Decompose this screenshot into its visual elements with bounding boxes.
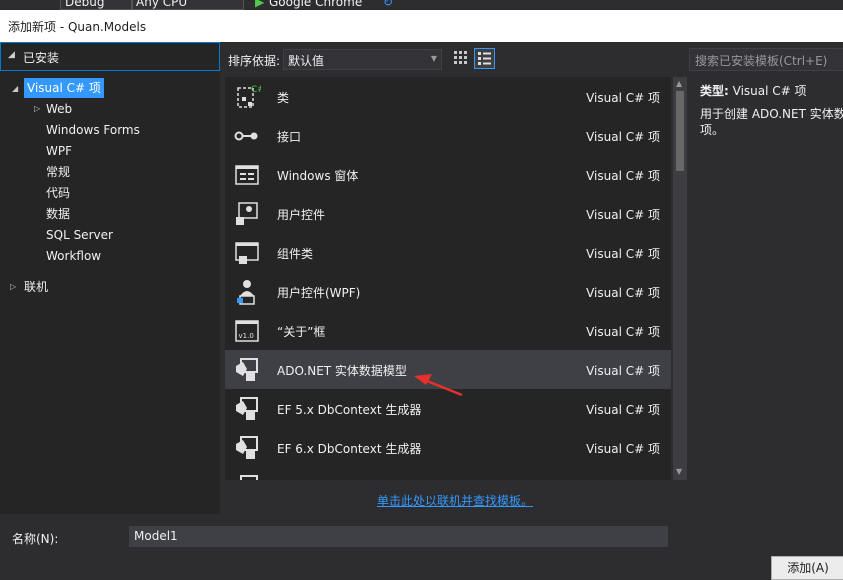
dialog-titlebar: 添加新项 - Quan.Models: [0, 10, 843, 42]
details-pane: 类型: Visual C# 项 用于创建 ADO.NET 实体数 项。: [700, 82, 843, 138]
tree-node-data[interactable]: 数据: [46, 204, 70, 224]
medium-icons-view-button[interactable]: [451, 48, 470, 67]
template-description: 用于创建 ADO.NET 实体数 项。: [700, 107, 843, 137]
template-type: Visual C# 项: [586, 208, 660, 222]
dialog-title: 添加新项 - Quan.Models: [8, 20, 147, 34]
details-view-button[interactable]: [474, 48, 495, 69]
tree-node-windows-forms[interactable]: Windows Forms: [46, 120, 140, 140]
template-row[interactable]: EF 6.x DbContext 生成器 Visual C# 项: [225, 428, 671, 467]
wpf-user-control-icon: [237, 280, 255, 305]
svg-text:C#: C#: [251, 85, 261, 95]
template-type: Visual C# 项: [586, 364, 660, 378]
template-row-partial[interactable]: [225, 467, 671, 480]
scrollbar-thumb[interactable]: [676, 91, 684, 171]
collapse-triangle-icon[interactable]: ◢: [8, 50, 15, 60]
template-icon: [240, 475, 258, 480]
template-type: Visual C# 项: [586, 286, 660, 300]
sort-value: 默认值: [288, 54, 325, 68]
grid-view-icon: [454, 51, 467, 64]
template-row[interactable]: Windows 窗体 Visual C# 项: [225, 155, 671, 194]
template-type: Visual C# 项: [586, 169, 660, 183]
component-class-icon: [235, 242, 259, 264]
scroll-down-icon[interactable]: ▼: [676, 467, 682, 476]
run-target-label[interactable]: Google Chrome: [269, 0, 362, 9]
search-placeholder: 搜索已安装模板(Ctrl+E): [695, 54, 828, 68]
user-control-icon: [236, 202, 258, 225]
tree-node-sql-server[interactable]: SQL Server: [46, 225, 113, 245]
template-row[interactable]: 用户控件 Visual C# 项: [225, 194, 671, 233]
template-list: C# 类 Visual C# 项 接口 Visual C# 项 Windows …: [225, 77, 671, 480]
template-row[interactable]: 接口 Visual C# 项: [225, 116, 671, 155]
installed-header[interactable]: ◢ 已安装: [0, 42, 220, 71]
template-name: 类: [277, 91, 290, 105]
entity-model-icon: [236, 358, 258, 381]
refresh-icon[interactable]: ↻: [383, 0, 393, 9]
template-type: Visual C# 项: [586, 247, 660, 261]
type-value: Visual C# 项: [732, 84, 807, 98]
interface-icon: [234, 131, 258, 141]
name-input[interactable]: Model1: [129, 526, 668, 547]
template-type: Visual C# 项: [586, 442, 660, 456]
template-row[interactable]: v1.0 “关于”框 Visual C# 项: [225, 311, 671, 350]
ef-generator-icon: [236, 436, 258, 459]
template-name: 接口: [277, 130, 302, 144]
about-box-icon: v1.0: [235, 320, 259, 342]
tree-node-web[interactable]: Web: [46, 99, 72, 119]
run-icon[interactable]: ▶: [255, 0, 264, 9]
sort-label: 排序依据:: [228, 54, 281, 68]
svg-text:v1.0: v1.0: [239, 332, 254, 340]
tree-node-wpf[interactable]: WPF: [46, 141, 72, 161]
template-name: EF 6.x DbContext 生成器: [277, 442, 422, 456]
template-row[interactable]: 组件类 Visual C# 项: [225, 233, 671, 272]
template-name: 用户控件(WPF): [277, 286, 361, 300]
sort-dropdown[interactable]: 默认值 ▼: [283, 49, 442, 70]
find-templates-online-link[interactable]: 单击此处以联机并查找模板。: [377, 492, 533, 509]
template-row[interactable]: 用户控件(WPF) Visual C# 项: [225, 272, 671, 311]
type-label: 类型:: [700, 84, 729, 98]
tree-node-workflow[interactable]: Workflow: [46, 246, 101, 266]
template-type: Visual C# 项: [586, 403, 660, 417]
expand-triangle-icon[interactable]: ▷: [10, 282, 16, 291]
tree-node-code[interactable]: 代码: [46, 183, 70, 203]
tree-node-general[interactable]: 常规: [46, 162, 70, 182]
scroll-up-icon[interactable]: ▲: [676, 79, 682, 88]
class-icon: C#: [237, 85, 261, 108]
expand-triangle-icon[interactable]: ◢: [12, 84, 18, 93]
chevron-down-icon: ▼: [430, 54, 437, 63]
template-type: Visual C# 项: [586, 91, 660, 105]
template-type: Visual C# 项: [586, 325, 660, 339]
template-type: Visual C# 项: [586, 130, 660, 144]
template-list-scrollbar[interactable]: ▲ ▼: [673, 77, 687, 480]
tree-node-visual-csharp[interactable]: Visual C# 项: [24, 78, 104, 98]
add-button[interactable]: 添加(A): [771, 556, 843, 580]
template-name: Windows 窗体: [277, 169, 359, 183]
expand-triangle-icon[interactable]: ▷: [34, 104, 40, 113]
template-name: 组件类: [277, 247, 314, 261]
template-search-input[interactable]: 搜索已安装模板(Ctrl+E): [689, 48, 843, 71]
template-name: “关于”框: [277, 325, 326, 339]
template-name: EF 5.x DbContext 生成器: [277, 403, 422, 417]
tree-node-online[interactable]: 联机: [24, 277, 48, 297]
template-name: ADO.NET 实体数据模型: [277, 364, 407, 378]
platform-label: Any CPU: [136, 0, 188, 9]
ef-generator-icon: [236, 397, 258, 420]
annotation-arrow-icon: [414, 374, 463, 397]
template-row[interactable]: C# 类 Visual C# 项: [225, 77, 671, 116]
name-value: Model1: [134, 529, 178, 543]
ide-toolbar-strip: Debug Any CPU ▶ Google Chrome ↻: [0, 0, 843, 10]
installed-label: 已安装: [23, 51, 60, 65]
template-name: 用户控件: [277, 208, 326, 222]
name-label: 名称(N):: [12, 532, 59, 546]
windows-form-icon: [235, 165, 259, 185]
list-view-icon: [478, 52, 491, 65]
config-label: Debug: [65, 0, 105, 9]
